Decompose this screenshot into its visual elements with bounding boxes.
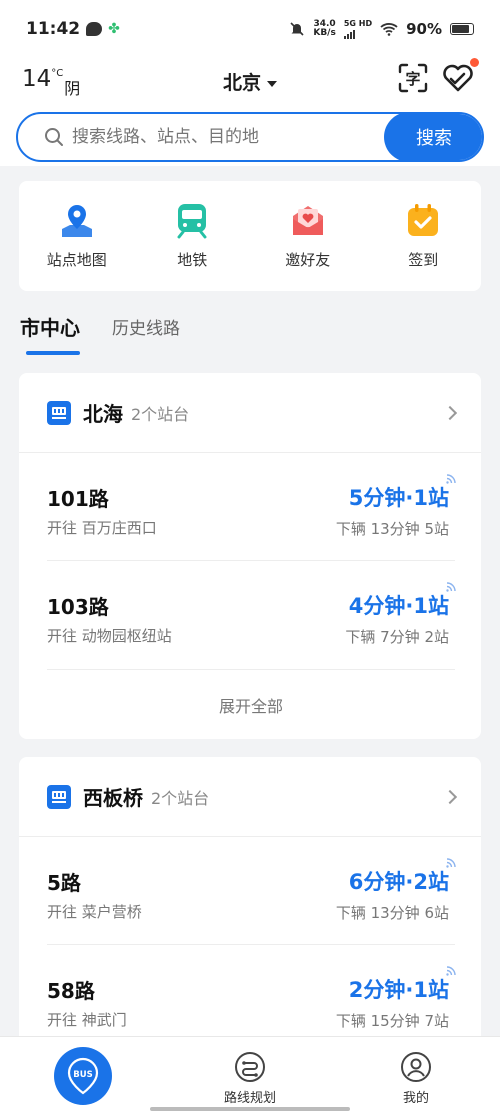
- signal-icon: [343, 28, 355, 39]
- search-icon: [45, 128, 63, 146]
- shortcut-checkin[interactable]: 签到: [366, 181, 482, 291]
- route-direction: 开往 百万庄西口: [47, 519, 157, 537]
- route-name: 101路: [47, 487, 109, 511]
- route-name: 5路: [47, 871, 81, 895]
- route-eta: 2分钟·1站: [348, 978, 449, 1002]
- station-card: 北海 2个站台 101路 开往 百万庄西口 5分钟·1站 下辆 13分钟 5站 …: [19, 373, 481, 739]
- app-header: 14 °C 阴 北京 字 搜索: [0, 58, 500, 166]
- chevron-down-icon: [267, 80, 277, 87]
- route-next-bus: 下辆 13分钟 5站: [335, 520, 449, 538]
- tab-city-center[interactable]: 市中心: [20, 312, 80, 355]
- route-direction: 开往 动物园枢纽站: [47, 627, 172, 645]
- message-icon: [86, 22, 103, 36]
- chevron-right-icon: [442, 405, 458, 420]
- network-speed: 34.0 KB/s: [313, 19, 336, 38]
- subway-icon: [177, 204, 207, 239]
- route-direction: 开往 神武门: [47, 1011, 127, 1029]
- shortcut-invite-friend[interactable]: 邀好友: [250, 181, 366, 291]
- station-name: 北海: [83, 402, 123, 426]
- route-name: 58路: [47, 979, 95, 1003]
- network-type: 5G HD: [343, 19, 373, 28]
- nav-label: 路线规划: [223, 1091, 276, 1106]
- city-name: 北京: [222, 72, 261, 94]
- invite-friend-icon: [292, 206, 323, 235]
- station-header[interactable]: 西板桥 2个站台: [19, 757, 481, 837]
- bottom-nav: BUS 路线规划 我的: [0, 1036, 500, 1115]
- realtime-signal-icon: [446, 474, 456, 484]
- route-eta: 4分钟·1站: [348, 594, 449, 618]
- realtime-signal-icon: [446, 582, 456, 592]
- svg-text:字: 字: [405, 70, 420, 88]
- search-bar: 搜索: [16, 112, 484, 162]
- route-eta: 6分钟·2站: [348, 870, 449, 894]
- platform-count: 2个站台: [131, 404, 190, 424]
- shortcut-grid: 站点地图 地铁 邀好友 签到: [19, 181, 481, 291]
- station-header[interactable]: 北海 2个站台: [19, 373, 481, 453]
- realtime-signal-icon: [446, 966, 456, 976]
- route-row[interactable]: 5路 开往 菜户营桥 6分钟·2站 下辆 13分钟 6站: [47, 837, 456, 945]
- station-name: 西板桥: [83, 786, 143, 810]
- platform-count: 2个站台: [151, 788, 210, 808]
- checkin-calendar-icon: [408, 204, 439, 236]
- shortcut-label: 地铁: [177, 251, 208, 269]
- route-next-bus: 下辆 15分钟 7站: [335, 1012, 449, 1030]
- shortcut-subway[interactable]: 地铁: [135, 181, 251, 291]
- battery-percent: 90%: [406, 20, 442, 38]
- shortcut-label: 站点地图: [46, 251, 107, 269]
- route-row[interactable]: 101路 开往 百万庄西口 5分钟·1站 下辆 13分钟 5站: [47, 453, 456, 561]
- nav-mine[interactable]: 我的: [371, 1051, 461, 1106]
- route-next-bus: 下辆 13分钟 6站: [335, 904, 449, 922]
- bus-label: BUS: [73, 1070, 93, 1080]
- wifi-icon: [380, 23, 398, 36]
- chevron-right-icon: [442, 789, 458, 804]
- route-row[interactable]: 103路 开往 动物园枢纽站 4分钟·1站 下辆 7分钟 2站: [47, 561, 456, 669]
- route-eta: 5分钟·1站: [348, 486, 449, 510]
- text-scan-icon[interactable]: 字: [397, 62, 429, 94]
- expand-all-button[interactable]: 展开全部: [47, 669, 455, 739]
- tab-history-routes[interactable]: 历史线路: [112, 314, 180, 339]
- shortcut-station-map[interactable]: 站点地图: [19, 181, 135, 291]
- route-next-bus: 下辆 7分钟 2站: [345, 628, 449, 646]
- map-pin-icon: [61, 205, 92, 237]
- station-card: 西板桥 2个站台 5路 开往 菜户营桥 6分钟·2站 下辆 13分钟 6站 58…: [19, 757, 481, 1047]
- bus-stop-icon: [47, 784, 71, 809]
- search-button[interactable]: 搜索: [384, 114, 482, 160]
- status-time: 11:42: [26, 19, 81, 39]
- home-indicator[interactable]: [150, 1107, 350, 1111]
- route-direction: 开往 菜户营桥: [47, 903, 142, 921]
- route-name: 103路: [47, 595, 109, 619]
- clover-icon: ✤: [108, 21, 120, 37]
- notification-badge: [470, 58, 479, 67]
- nav-bus-tab[interactable]: BUS: [54, 1047, 112, 1105]
- user-icon: [401, 1052, 431, 1082]
- shortcut-label: 签到: [408, 251, 439, 269]
- realtime-signal-icon: [446, 858, 456, 868]
- route-plan-icon: [235, 1052, 265, 1082]
- bus-pin-icon: BUS: [67, 1057, 99, 1095]
- battery-icon: [450, 23, 474, 35]
- shortcut-label: 邀好友: [285, 251, 331, 269]
- bus-stop-icon: [47, 400, 71, 425]
- mute-icon: [290, 22, 304, 36]
- care-heart-icon[interactable]: [442, 62, 474, 94]
- status-bar: 11:42 ✤ 34.0 KB/s 5G HD 90%: [0, 0, 500, 58]
- tab-bar: 市中心 历史线路: [20, 312, 180, 355]
- nav-label: 我的: [402, 1091, 429, 1106]
- search-input[interactable]: [72, 127, 384, 147]
- nav-route-plan[interactable]: 路线规划: [205, 1051, 295, 1106]
